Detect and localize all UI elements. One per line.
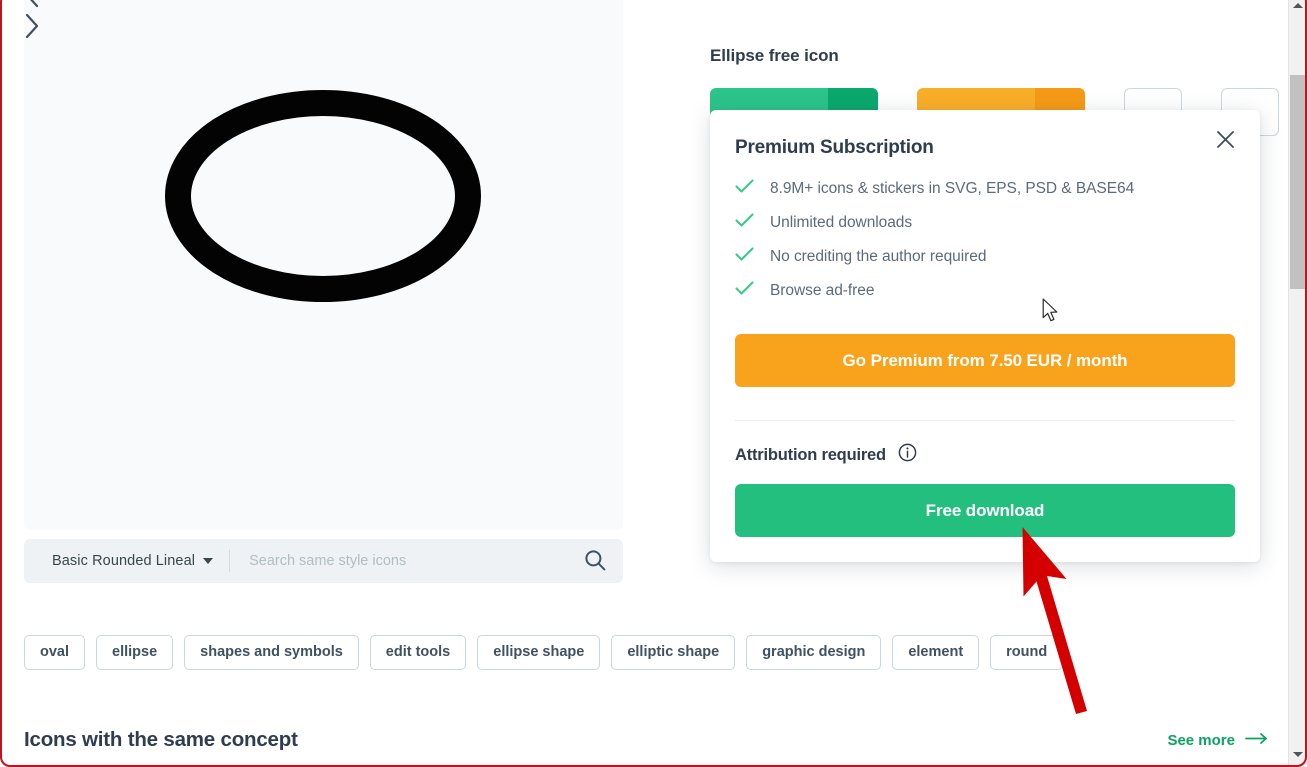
- scroll-down-button[interactable]: [1289, 745, 1307, 763]
- see-more-link[interactable]: See more: [1167, 732, 1269, 749]
- check-icon: [735, 179, 754, 199]
- same-concept-section-header: Icons with the same concept See more: [24, 728, 1269, 752]
- icon-preview-panel: [24, 0, 623, 530]
- arrow-right-icon: [1245, 732, 1269, 749]
- chevron-down-icon: [203, 558, 214, 564]
- tag-chip[interactable]: round: [990, 635, 1064, 670]
- previous-icon-arrow-button[interactable]: [24, 0, 623, 13]
- tag-chip-list: oval ellipse shapes and symbols edit too…: [24, 635, 1084, 670]
- browser-viewport: Basic Rounded Lineal oval ellipse shapes…: [0, 0, 1307, 767]
- section-title: Icons with the same concept: [24, 728, 298, 751]
- list-item: Unlimited downloads: [735, 206, 1235, 240]
- search-submit-button[interactable]: [567, 539, 623, 583]
- style-filter-dropdown[interactable]: Basic Rounded Lineal: [24, 539, 229, 583]
- attribution-label: Attribution required: [735, 445, 886, 464]
- triangle-down-icon: [1293, 751, 1303, 757]
- benefit-label: Unlimited downloads: [770, 214, 913, 231]
- same-style-search-bar: Basic Rounded Lineal: [24, 539, 623, 583]
- list-item: Browse ad-free: [735, 274, 1235, 308]
- premium-benefit-list: 8.9M+ icons & stickers in SVG, EPS, PSD …: [735, 172, 1235, 308]
- style-filter-label: Basic Rounded Lineal: [52, 553, 196, 569]
- free-download-button[interactable]: Free download: [735, 484, 1235, 537]
- page-scrollbar[interactable]: [1288, 0, 1307, 767]
- modal-divider: [735, 420, 1235, 421]
- triangle-up-icon: [1293, 2, 1303, 8]
- page-title: Ellipse free icon: [710, 46, 839, 65]
- check-icon: [735, 281, 754, 301]
- see-more-label: See more: [1167, 731, 1235, 749]
- tag-chip[interactable]: graphic design: [746, 635, 882, 670]
- scroll-up-button[interactable]: [1289, 0, 1307, 14]
- magnifier-icon: [584, 549, 606, 574]
- tag-chip[interactable]: oval: [24, 635, 86, 670]
- info-circle-icon[interactable]: [898, 443, 917, 467]
- benefit-label: 8.9M+ icons & stickers in SVG, EPS, PSD …: [770, 180, 1135, 197]
- scrollbar-thumb[interactable]: [1290, 75, 1307, 289]
- benefit-label: No crediting the author required: [770, 248, 987, 265]
- tag-chip[interactable]: edit tools: [369, 635, 467, 670]
- list-item: No crediting the author required: [735, 240, 1235, 274]
- tag-chip[interactable]: element: [892, 635, 980, 670]
- benefit-label: Browse ad-free: [770, 282, 875, 299]
- tag-chip[interactable]: shapes and symbols: [184, 635, 359, 670]
- tag-chip[interactable]: elliptic shape: [611, 635, 736, 670]
- close-icon[interactable]: [1208, 122, 1242, 156]
- next-icon-arrow-button[interactable]: [24, 13, 623, 44]
- tag-chip[interactable]: ellipse shape: [477, 635, 601, 670]
- ellipse-outline-illustration-icon: [164, 90, 482, 302]
- tag-chip[interactable]: ellipse: [96, 635, 174, 670]
- premium-subscription-modal: Premium Subscription 8.9M+ icons & stick…: [710, 110, 1260, 562]
- modal-heading: Premium Subscription: [735, 137, 934, 158]
- attribution-required-row: Attribution required: [735, 443, 917, 467]
- check-icon: [735, 213, 754, 233]
- go-premium-button[interactable]: Go Premium from 7.50 EUR / month: [735, 334, 1235, 387]
- same-style-search-input[interactable]: [230, 539, 567, 583]
- list-item: 8.9M+ icons & stickers in SVG, EPS, PSD …: [735, 172, 1235, 206]
- check-icon: [735, 247, 754, 267]
